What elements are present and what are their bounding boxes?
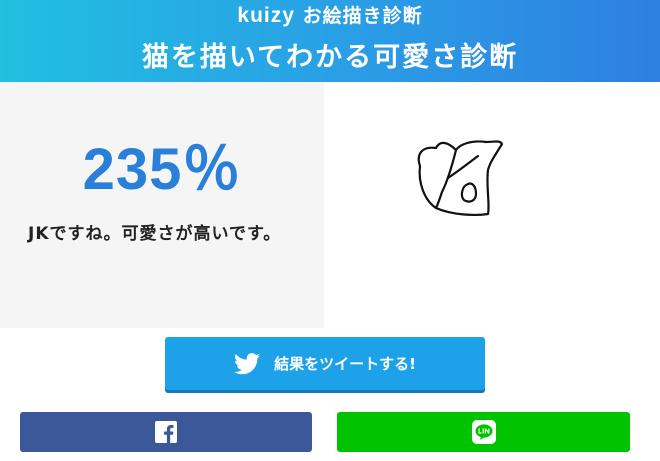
result-panel: 235％ JKですね。可愛さが高いです。 [0,82,324,328]
facebook-icon [155,421,177,443]
twitter-bird-icon [234,352,261,374]
brand-suffix: お絵描き診断 [302,5,423,27]
page-header: kuizy お絵描き診断 猫を描いてわかる可愛さ診断 [0,0,660,82]
line-share-button[interactable] [337,412,630,452]
cat-drawing [324,82,660,328]
tweet-result-button[interactable]: 結果をツイートする! [165,337,485,390]
tweet-button-label: 結果をツイートする! [274,355,416,373]
result-comment: JKですね。可愛さが高いです。 [28,224,282,244]
facebook-share-button[interactable] [20,412,312,452]
brand-logo: kuizy [237,4,295,27]
brand[interactable]: kuizy お絵描き診断 [0,4,660,28]
line-icon [471,420,496,444]
cat-drawing-canvas [417,140,504,216]
score-value: 235％ [82,137,242,202]
page-title: 猫を描いてわかる可愛さ診断 [141,42,519,73]
